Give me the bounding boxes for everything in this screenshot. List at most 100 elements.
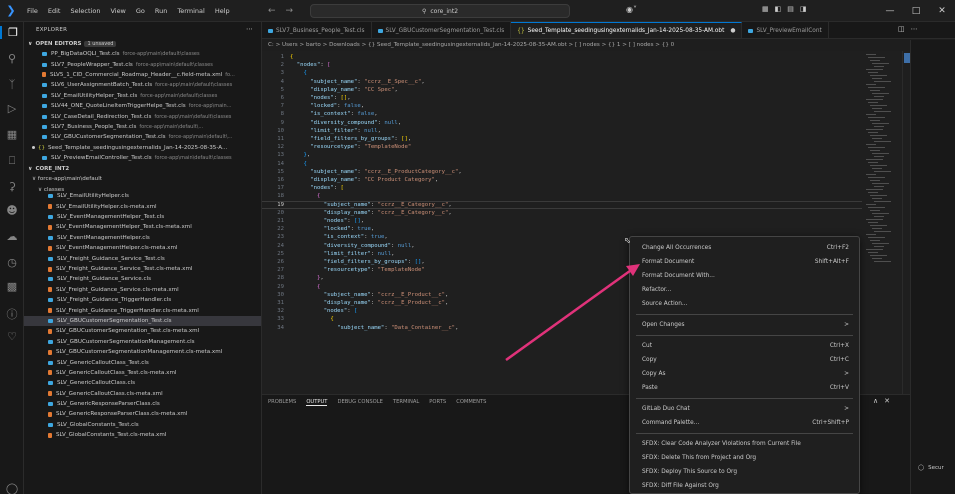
file-item[interactable]: SLV_GlobalConstants_Test.cls — [24, 420, 261, 430]
file-item[interactable]: SLV_GBUCustomerSegmentation_Test.cls-met… — [24, 326, 261, 336]
back-arrow-icon[interactable]: ← — [268, 6, 276, 16]
menu-view[interactable]: View — [105, 0, 130, 22]
open-editor-item[interactable]: SLV_CaseDetail_Redirection_Test.cls force… — [24, 111, 261, 121]
split-editor-icon[interactable]: ◫ — [898, 25, 905, 33]
context-menu-item[interactable]: Format Document With... — [630, 269, 859, 283]
copilot-icon[interactable]: ◉˅ — [626, 5, 637, 14]
context-menu-item[interactable]: Copy As > — [630, 367, 859, 381]
context-menu-item[interactable]: Open Changes > — [630, 318, 859, 332]
file-item[interactable]: SLV_GBUCustomerSegmentationManagement.cl… — [24, 347, 261, 357]
panel-tab-problems[interactable]: PROBLEMS — [268, 399, 296, 405]
code-line[interactable]: 21 "nodes": [], — [262, 217, 862, 225]
code-line[interactable]: 3 { — [262, 69, 862, 77]
editor-tab[interactable]: SLV_GBUCustomerSegmentation_Test.cls — [372, 22, 512, 38]
file-item[interactable]: SLV_GlobalConstants_Test.cls-meta.xml — [24, 430, 261, 440]
context-menu-item[interactable]: SFDX: Clear Code Analyzer Violations fro… — [630, 437, 859, 451]
code-line[interactable]: 12 "resourcetype": "TemplateNode" — [262, 143, 862, 151]
context-menu-item[interactable]: Paste Ctrl+V — [630, 381, 859, 395]
minimize-button[interactable]: — — [877, 0, 903, 22]
context-menu-item[interactable]: Refactor... — [630, 283, 859, 297]
panel-close-icon[interactable]: ✕ — [884, 397, 890, 405]
file-item[interactable]: SLV_EventManagementHelper_Test.cls-meta.… — [24, 222, 261, 232]
context-menu-item[interactable]: SFDX: Deploy This Source to Org — [630, 465, 859, 479]
open-editors-header[interactable]: ∨ OPEN EDITORS 1 unsaved — [24, 38, 261, 49]
panel-tab-debug-console[interactable]: DEBUG CONSOLE — [337, 399, 382, 405]
file-item[interactable]: SLV_GenericResponseParserClass.cls — [24, 399, 261, 409]
code-analyzer-icon[interactable]: ☻ — [0, 204, 24, 217]
file-item[interactable]: SLV_GenericResponseParserClass.cls-meta.… — [24, 409, 261, 419]
context-menu-item[interactable]: Source Action... — [630, 297, 859, 311]
menu-file[interactable]: File — [22, 0, 43, 22]
open-editor-item[interactable]: PP_BigDataOQLI_Test.cls force-app\main\de… — [24, 49, 261, 59]
project-header[interactable]: ∨ CORE_INT2 — [24, 163, 261, 174]
file-item[interactable]: SLV_Freight_Guidance_Service_Test.cls — [24, 253, 261, 263]
code-line[interactable]: 5 "display_name": "CC Spec", — [262, 86, 862, 94]
open-editor-item[interactable]: SLV5_1_CID_Commercial_Roadmap_Header__c.… — [24, 70, 261, 80]
context-menu-item[interactable]: SFDX: Diff File Against Org — [630, 479, 859, 493]
menu-run[interactable]: Run — [150, 0, 172, 22]
secondary-item[interactable]: ◯ Secur — [918, 465, 944, 471]
timeline-icon[interactable]: ◷ — [0, 256, 24, 269]
search-icon[interactable]: ⚲ — [0, 52, 24, 65]
menu-edit[interactable]: Edit — [43, 0, 66, 22]
command-center-search[interactable]: ⚲ core_int2 — [310, 4, 570, 18]
code-line[interactable]: 14 { — [262, 160, 862, 168]
close-button[interactable]: ✕ — [929, 0, 955, 22]
toggle-secondary-sidebar-icon[interactable]: ◨ — [800, 5, 807, 13]
context-menu-item[interactable]: GitLab Duo Chat > — [630, 402, 859, 416]
code-line[interactable]: 18 { — [262, 192, 862, 200]
open-editor-item[interactable]: SLV_PreviewEmailController_Test.cls force… — [24, 153, 261, 163]
code-line[interactable]: 11 "field_filters_by_groups": [], — [262, 135, 862, 143]
code-line[interactable]: 19 "subject_name": "ccrz__E_Category__c"… — [262, 200, 862, 209]
editor-tab[interactable]: {} Seed_Template_seedingusingexternalids_… — [511, 22, 743, 38]
remote-explorer-icon[interactable]: ⎕ — [0, 154, 24, 168]
menu-help[interactable]: Help — [210, 0, 235, 22]
layout-customize-icon[interactable]: ▦ — [762, 5, 769, 13]
breadcrumb[interactable]: C: > Users > barto > Downloads > {} Seed… — [262, 40, 955, 51]
code-line[interactable]: 9 "diversity_compound": null, — [262, 119, 862, 127]
code-line[interactable]: 8 "is_context": false, — [262, 110, 862, 118]
code-line[interactable]: 17 "nodes": [ — [262, 184, 862, 192]
folder-row[interactable]: ∨ force-app\main\default — [24, 174, 261, 184]
file-item[interactable]: SLV_GenericCalloutClass.cls — [24, 378, 261, 388]
terminal-icon[interactable]: ▩ — [0, 280, 24, 293]
panel-tab-comments[interactable]: COMMENTS — [456, 399, 486, 405]
open-editor-item[interactable]: {} Seed_Template_seedingusingexternalids_… — [24, 143, 261, 153]
file-item[interactable]: SLV_GBUCustomerSegmentation_Test.cls — [24, 315, 261, 327]
context-menu-item[interactable]: Copy Ctrl+C — [630, 353, 859, 367]
salesforce-cloud-icon[interactable]: ☁ — [0, 230, 24, 243]
forward-arrow-icon[interactable]: → — [286, 6, 294, 16]
file-item[interactable]: SLV_EmailUtilityHelper.cls — [24, 191, 261, 201]
panel-collapse-icon[interactable]: ∧ — [873, 397, 878, 405]
minimap[interactable] — [862, 51, 902, 394]
file-item[interactable]: SLV_EventManagementHelper_Test.cls — [24, 212, 261, 222]
panel-tab-ports[interactable]: PORTS — [429, 399, 446, 405]
file-item[interactable]: SLV_EventManagementHelper.cls-meta.xml — [24, 243, 261, 253]
open-editor-item[interactable]: SLV_EmailUtilityHelper_Test.cls force-app… — [24, 91, 261, 101]
info-icon[interactable]: ⓘ — [0, 306, 24, 322]
menu-go[interactable]: Go — [131, 0, 150, 22]
code-line[interactable]: 10 "limit_filter": null, — [262, 127, 862, 135]
code-line[interactable]: 7 "locked": false, — [262, 102, 862, 110]
source-control-icon[interactable]: ᛉ — [0, 78, 24, 91]
context-menu-item[interactable]: Format Document Shift+Alt+F — [630, 255, 859, 269]
context-menu-item[interactable]: Command Palette... Ctrl+Shift+P — [630, 416, 859, 430]
toggle-panel-icon[interactable]: ▤ — [787, 5, 794, 13]
editor-tab[interactable]: SLV_PreviewEmailCont — [742, 22, 829, 38]
file-item[interactable]: SLV_Freight_Guidance_TriggerHandler.cls-… — [24, 305, 261, 315]
code-line[interactable]: 1{ — [262, 53, 862, 61]
panel-tab-output[interactable]: OUTPUT — [306, 399, 328, 406]
file-item[interactable]: SLV_Freight_Guidance_Service_Test.cls-me… — [24, 264, 261, 274]
context-menu-item[interactable]: Cut Ctrl+X — [630, 339, 859, 353]
run-debug-icon[interactable]: ▷ — [0, 102, 24, 115]
editor-tab[interactable]: SLV7_Business_People_Test.cls — [262, 22, 372, 38]
file-item[interactable]: SLV_EmailUtilityHelper.cls-meta.xml — [24, 201, 261, 211]
open-editor-item[interactable]: SLV7_PeopleWrapper_Test.cls force-app\mai… — [24, 59, 261, 69]
file-item[interactable]: SLV_GBUCustomerSegmentationManagement.cl… — [24, 337, 261, 347]
code-line[interactable]: 22 "locked": true, — [262, 225, 862, 233]
menu-selection[interactable]: Selection — [65, 0, 105, 22]
code-line[interactable]: 20 "display_name": "ccrz__E_Category__c"… — [262, 209, 862, 217]
code-line[interactable]: 16 "display_name": "CC Product Category"… — [262, 176, 862, 184]
file-item[interactable]: SLV_Freight_Guidance_TriggerHandler.cls — [24, 295, 261, 305]
file-item[interactable]: SLV_Freight_Guidance_Service.cls — [24, 274, 261, 284]
